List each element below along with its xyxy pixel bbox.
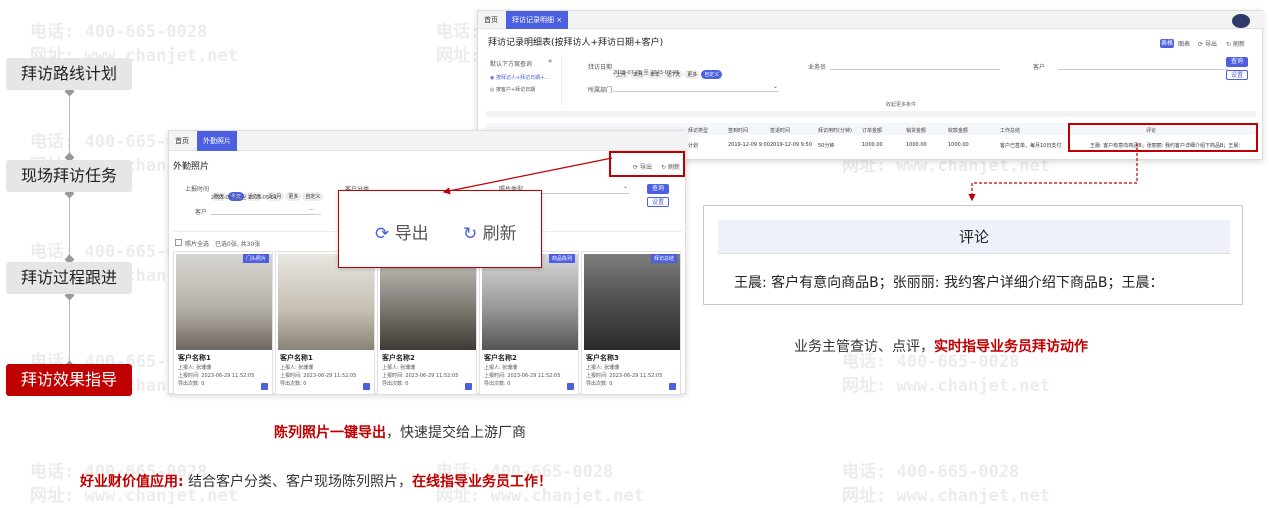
caption-bottom: 好业财价值应用: 结合客户分类、客户现场陈列照片，在线指导业务员工作！: [80, 471, 552, 491]
caption-bottom-text: 结合客户分类、客户现场陈列照片，: [183, 474, 413, 490]
caption-right-text: 业务主管查访、点评，: [794, 339, 934, 355]
export-arrow: [442, 157, 613, 195]
caption-left-text: ，快速提交给上游厂商: [386, 425, 526, 441]
connector-arrows: [442, 143, 1138, 202]
caption-bottom-highlight-2: 在线指导业务员工作！: [412, 474, 553, 490]
caption-left-highlight: 陈列照片一键导出: [274, 425, 386, 441]
comment-arrow: [968, 143, 1138, 202]
caption-right: 业务主管查访、点评，实时指导业务员拜访动作: [794, 336, 1088, 356]
caption-right-highlight: 实时指导业务员拜访动作: [934, 339, 1088, 355]
caption-bottom-highlight: 好业财价值应用:: [80, 474, 184, 490]
caption-left: 陈列照片一键导出，快速提交给上游厂商: [274, 422, 526, 442]
